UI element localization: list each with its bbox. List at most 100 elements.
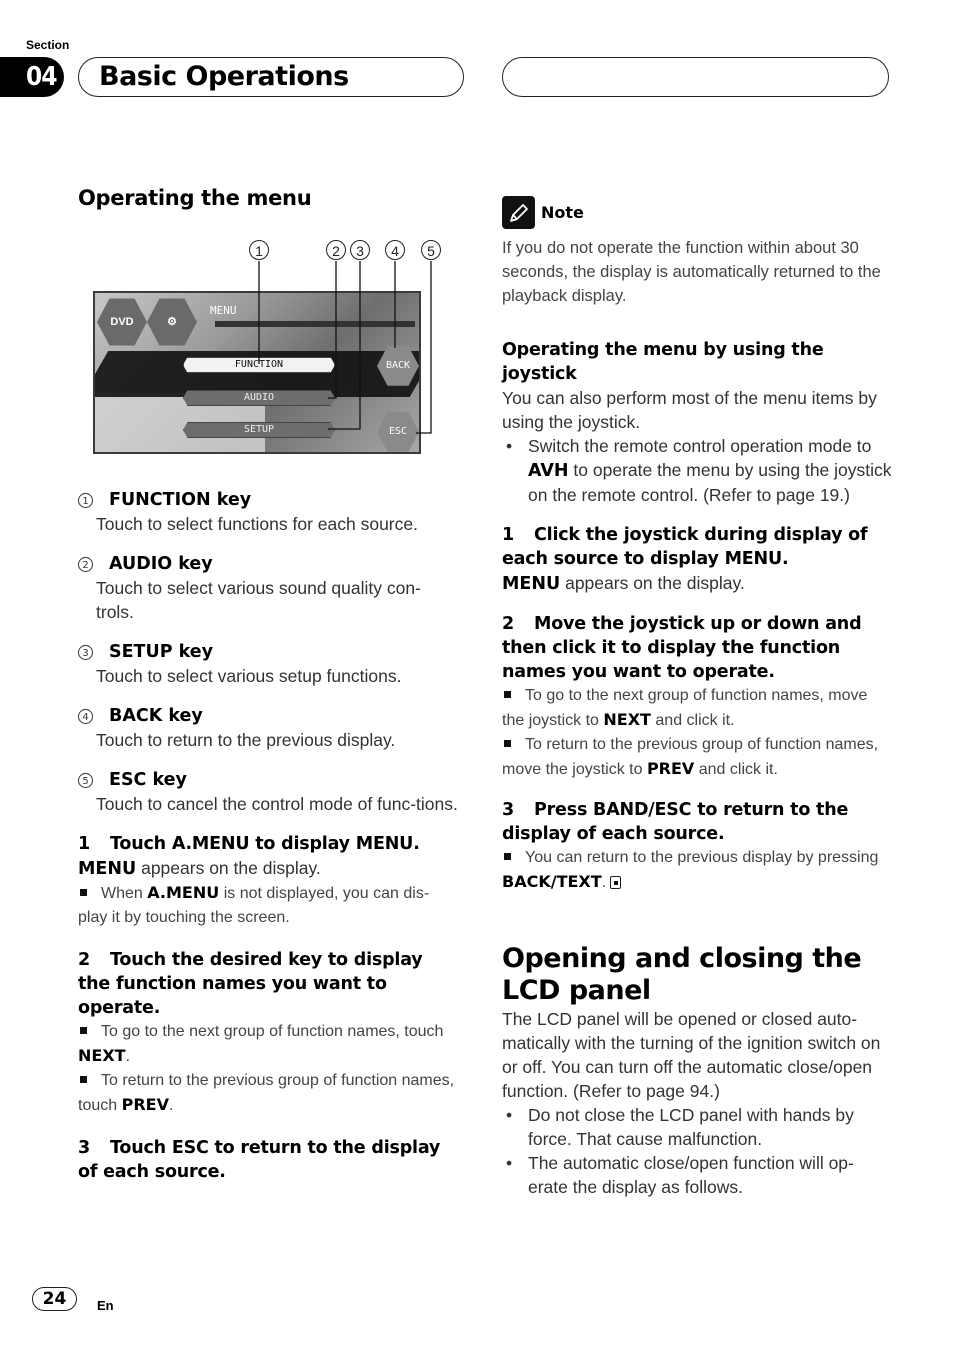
key-description: Touch to select various setup functions. [96, 666, 402, 686]
step-body-bold: MENU [502, 574, 561, 594]
left-column: Operating the menu 1 2 3 4 5 DVD ⚙ MENU … [78, 186, 458, 1184]
left-step-3: 3 Touch ESC to return to the display of e… [78, 1136, 458, 1184]
step-title: Press BAND/ESC to return to the display … [502, 800, 849, 844]
step-title: Move the joystick up or down and then cl… [502, 614, 862, 682]
step-body: appears on the display. [560, 573, 745, 593]
step-note: To return to the previous group of funct… [502, 733, 892, 782]
section-label: Section [26, 38, 70, 52]
section-title-pill: Basic Operations [78, 57, 464, 97]
key-item-audio: 2 AUDIO key Touch to select various sound… [78, 552, 458, 624]
heading-lcd-panel: Opening and closing the LCD panel [502, 943, 862, 1006]
square-bullet-icon [504, 853, 511, 861]
settings-tools-icon[interactable]: ⚙ [147, 298, 197, 346]
lcd-intro: The LCD panel will be opened or closed a… [502, 1009, 881, 1101]
setup-key[interactable]: SETUP [183, 422, 335, 438]
bullet-text: Switch the remote control operation mode… [528, 436, 872, 456]
step-title: Click the joystick during display of eac… [502, 525, 868, 569]
key-item-setup: 3 SETUP key Touch to select various setup… [78, 640, 458, 688]
section-number-tab: 04 [0, 57, 64, 97]
step-note: When A.MENU is not displayed, you can di… [78, 881, 458, 930]
key-descriptions: 1 FUNCTION key Touch to select functions … [78, 488, 458, 816]
note-bold: NEXT [78, 1046, 126, 1065]
bullet-bold: AVH [528, 461, 569, 481]
note-text: and click it. [694, 761, 778, 778]
heading-joystick: Operating the menu by using the joystick [502, 340, 824, 384]
key-title: BACK key [109, 706, 203, 726]
bullet-dot-icon: • [506, 1105, 513, 1125]
joystick-intro: You can also perform most of the menu it… [502, 388, 877, 432]
square-bullet-icon [504, 691, 511, 699]
right-column: Note If you do not operate the function … [502, 196, 892, 1199]
bullet-dot-icon: • [506, 1153, 513, 1173]
note-text: If you do not operate the function withi… [502, 239, 881, 305]
square-bullet-icon [504, 740, 511, 748]
lcd-bullet: • The automatic close/open function will… [502, 1151, 892, 1199]
note-text: You can return to the previous display b… [525, 849, 879, 866]
left-step-1: 1 Touch A.MENU to display MENU. MENU appe… [78, 832, 458, 930]
note-bold: BACK/TEXT [502, 872, 602, 891]
function-key[interactable]: FUNCTION [183, 357, 335, 373]
key-description: Touch to select functions for each sourc… [96, 514, 418, 534]
heading-operating-menu: Operating the menu [78, 186, 312, 210]
key-number: 1 [78, 492, 93, 508]
section-title: Basic Operations [99, 61, 349, 92]
step-number: 1 [78, 834, 90, 854]
key-description: Touch to return to the previous display. [96, 730, 396, 750]
header-empty-pill [502, 57, 889, 97]
key-title: SETUP key [109, 642, 214, 662]
bullet-text: The automatic close/open function will o… [528, 1153, 854, 1197]
step-note: You can return to the previous display b… [502, 846, 892, 895]
note-text: . [168, 1097, 174, 1114]
callout-4: 4 [385, 240, 405, 260]
step-number: 3 [502, 800, 514, 820]
note-bold: NEXT [603, 710, 651, 729]
note-text: To go to the next group of function name… [101, 1023, 444, 1040]
key-description: Touch to select various sound quality co… [96, 578, 421, 622]
square-bullet-icon [80, 1027, 87, 1035]
step-number: 3 [78, 1138, 90, 1158]
key-description: Touch to cancel the control mode of func… [96, 794, 458, 814]
note-text: . [125, 1048, 131, 1065]
key-item-esc: 5 ESC key Touch to cancel the control mod… [78, 768, 458, 816]
dvd-icon-label: DVD [110, 316, 134, 328]
pencil-note-icon [502, 196, 535, 229]
right-step-2: 2 Move the joystick up or down and then c… [502, 612, 892, 782]
left-step-2: 2 Touch the desired key to display the fu… [78, 948, 458, 1118]
key-item-back: 4 BACK key Touch to return to the previou… [78, 704, 458, 752]
menu-screen: DVD ⚙ MENU FUNCTION AUDIO SETUP BACK ESC [93, 291, 421, 454]
lcd-bullet: • Do not close the LCD panel with hands … [502, 1103, 892, 1151]
bullet-text: Do not close the LCD panel with hands by… [528, 1105, 854, 1149]
step-body: appears on the display. [136, 858, 321, 878]
screen-menu-label: MENU [210, 304, 237, 317]
note-text: . [601, 874, 607, 891]
end-of-section-icon [610, 876, 622, 889]
dvd-source-icon[interactable]: DVD [97, 298, 147, 346]
callout-1: 1 [249, 240, 269, 260]
key-number: 5 [78, 772, 93, 788]
note-text: When [101, 885, 148, 902]
bullet-dot-icon: • [506, 436, 513, 456]
callout-2: 2 [326, 240, 346, 260]
callout-5: 5 [421, 240, 441, 260]
right-step-1: 1 Click the joystick during display of ea… [502, 523, 892, 596]
note-bold: PREV [646, 759, 695, 778]
screen-top-bar [215, 321, 415, 327]
audio-key[interactable]: AUDIO [183, 390, 335, 406]
step-note: To go to the next group of function name… [502, 684, 892, 733]
language-code: En [97, 1298, 114, 1313]
square-bullet-icon [80, 1076, 87, 1084]
key-number: 2 [78, 556, 93, 572]
joystick-bullet: • Switch the remote control operation mo… [502, 434, 892, 507]
esc-key[interactable]: ESC [377, 412, 419, 452]
note-bold: PREV [121, 1095, 169, 1114]
step-title: Touch the desired key to display the fun… [78, 950, 423, 1018]
right-step-3: 3 Press BAND/ESC to return to the display… [502, 798, 892, 895]
step-number: 2 [78, 950, 90, 970]
step-note: To return to the previous group of funct… [78, 1069, 458, 1118]
page-number: 24 [32, 1287, 77, 1311]
key-item-function: 1 FUNCTION key Touch to select functions … [78, 488, 458, 536]
note-label: Note [541, 202, 584, 222]
key-title: ESC key [109, 770, 187, 790]
step-note: To go to the next group of function name… [78, 1020, 458, 1069]
note-bold: A.MENU [147, 883, 220, 902]
